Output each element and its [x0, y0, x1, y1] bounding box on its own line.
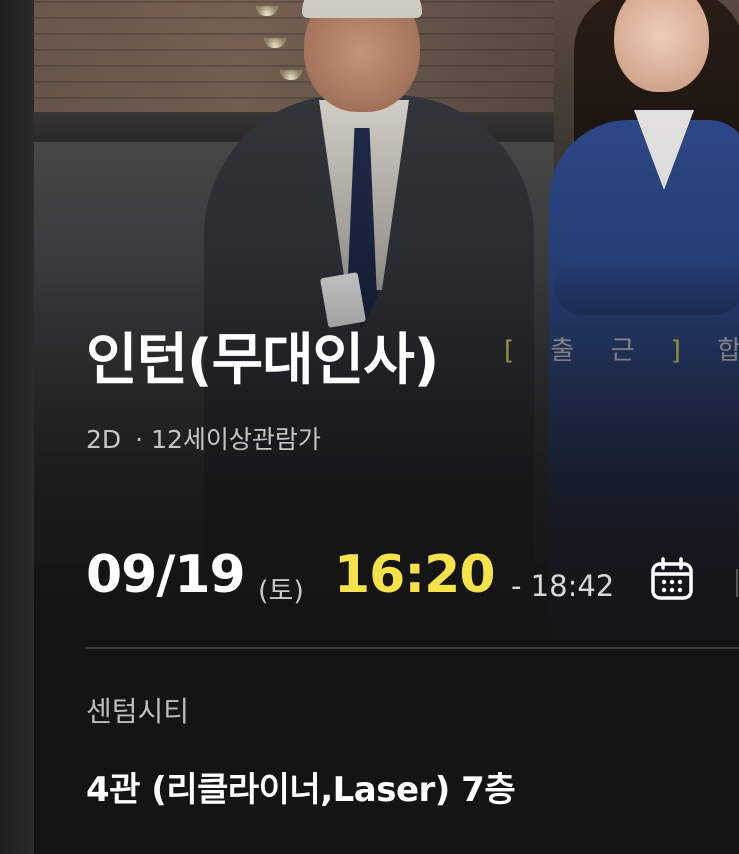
- movie-meta: 2D · 12세이상관람가: [86, 420, 321, 456]
- add-to-calendar-button[interactable]: [648, 555, 696, 603]
- showtime-detail-panel: [ 출 근 ] 합 인턴(무대인사) 2D·12세이상관람가 09/19 (토)…: [34, 0, 739, 854]
- theater-name: 센텀시티: [86, 695, 190, 728]
- calendar-icon: [651, 557, 693, 600]
- showtime-start: 16:20: [334, 545, 496, 605]
- movie-rating: 12세이상관람가: [151, 425, 321, 454]
- showtime-row: 09/19 (토) 16:20 - 18:42: [86, 545, 739, 615]
- showtime-weekday: (토): [258, 576, 304, 607]
- screen-info: 4관 (리클라이너,Laser) 7층: [86, 770, 516, 810]
- movie-title: 인턴(무대인사): [86, 328, 439, 393]
- movie-format: 2D: [86, 425, 122, 454]
- section-divider: [86, 647, 739, 649]
- showtime-end: - 18:42: [511, 569, 615, 603]
- meta-separator: ·: [135, 425, 144, 454]
- showtime-date: 09/19: [86, 545, 246, 605]
- action-divider: [736, 569, 738, 597]
- left-edge-strip: [0, 0, 34, 854]
